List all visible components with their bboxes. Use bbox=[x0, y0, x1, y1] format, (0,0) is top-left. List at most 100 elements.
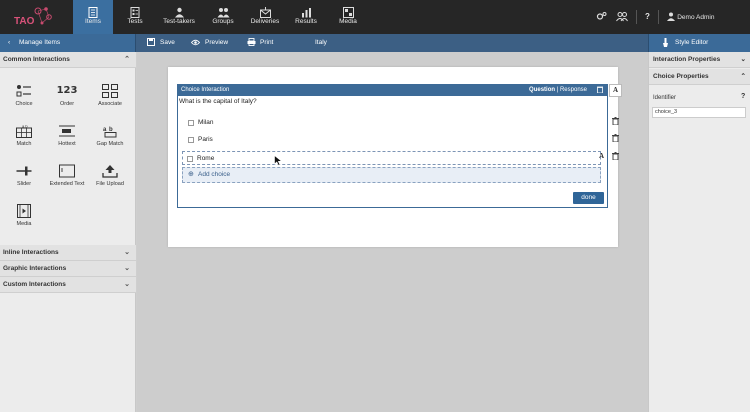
inline-interactions-header[interactable]: Inline Interactions ⌄ bbox=[0, 245, 136, 261]
chevron-up-icon: ⌃ bbox=[124, 56, 130, 63]
chevron-down-icon: ⌄ bbox=[124, 249, 130, 256]
tool-extended-text[interactable]: Extended Text bbox=[47, 162, 87, 194]
save-label: Save bbox=[160, 39, 175, 46]
choice-icon bbox=[4, 82, 44, 100]
tool-choice-label: Choice bbox=[15, 101, 33, 107]
settings-icon[interactable] bbox=[596, 0, 607, 34]
custom-interactions-title: Custom Interactions bbox=[3, 281, 66, 288]
tool-gap-match[interactable]: ab Gap Match bbox=[90, 122, 130, 154]
user-icon bbox=[667, 12, 677, 22]
text-format-icon[interactable]: A bbox=[609, 84, 622, 97]
custom-interactions-header[interactable]: Custom Interactions ⌄ bbox=[0, 277, 136, 293]
inline-interactions-title: Inline Interactions bbox=[3, 249, 59, 256]
deliveries-icon bbox=[245, 0, 285, 18]
identifier-field[interactable]: choice_3 bbox=[652, 107, 746, 118]
associate-icon bbox=[90, 82, 130, 100]
item-toolbar: ‹ Manage Items Save Preview Print Italy … bbox=[0, 34, 750, 52]
tool-match[interactable]: a b Match bbox=[4, 122, 44, 154]
users-icon[interactable] bbox=[616, 0, 628, 34]
user-name: Demo Admin bbox=[677, 14, 715, 21]
chevron-left-icon: ‹ bbox=[8, 39, 11, 46]
nav-media[interactable]: Media bbox=[328, 0, 368, 34]
choice-milan[interactable]: Milan bbox=[184, 116, 600, 130]
nav-results[interactable]: Results bbox=[286, 0, 326, 34]
tool-hottext[interactable]: Hottext bbox=[47, 122, 87, 154]
choice-paris[interactable]: Paris bbox=[184, 133, 600, 147]
delete-choice-icon[interactable] bbox=[609, 151, 622, 164]
tab-response[interactable]: Response bbox=[560, 87, 587, 93]
identifier-label: Identifier bbox=[653, 95, 677, 101]
tool-slider-label: Slider bbox=[16, 181, 32, 187]
plus-circle-icon: ⊕ bbox=[188, 171, 194, 178]
gap-match-icon: ab bbox=[90, 122, 130, 140]
question-response-tabs: Question | Response bbox=[529, 87, 587, 93]
common-interactions-header[interactable]: Common Interactions ⌃ bbox=[0, 52, 136, 68]
interaction-properties-header[interactable]: Interaction Properties ⌄ bbox=[649, 52, 750, 68]
preview-label: Preview bbox=[205, 39, 229, 46]
tool-match-label: Match bbox=[16, 141, 32, 147]
tool-media[interactable]: Media bbox=[4, 202, 44, 234]
tool-associate[interactable]: Associate bbox=[90, 82, 130, 114]
nav-test-takers[interactable]: Test-takers bbox=[157, 0, 201, 34]
manage-items-button[interactable]: ‹ Manage Items bbox=[0, 34, 136, 52]
nav-test-takers-label: Test-takers bbox=[163, 18, 195, 25]
match-icon: a b bbox=[4, 122, 44, 140]
checkbox[interactable] bbox=[188, 137, 194, 143]
test-takers-icon bbox=[157, 0, 201, 18]
help-icon[interactable]: ? bbox=[645, 0, 650, 34]
add-choice-button[interactable]: ⊕ Add choice bbox=[182, 167, 601, 183]
choice-label[interactable]: Rome bbox=[197, 152, 214, 166]
interaction-title-bar: Choice Interaction Question | Response bbox=[178, 85, 607, 96]
nav-tests-label: Tests bbox=[127, 18, 143, 25]
tool-slider[interactable]: Slider bbox=[4, 162, 44, 194]
nav-results-label: Results bbox=[295, 18, 317, 25]
nav-items-label: Items bbox=[85, 18, 101, 25]
text-format-icon[interactable]: A bbox=[595, 151, 608, 164]
user-menu[interactable]: Demo Admin bbox=[667, 0, 714, 34]
tool-order[interactable]: 123 Order bbox=[47, 82, 87, 114]
divider bbox=[636, 10, 637, 24]
tab-question[interactable]: Question bbox=[529, 87, 555, 93]
nav-groups[interactable]: Groups bbox=[203, 0, 243, 34]
groups-icon bbox=[203, 0, 243, 18]
tool-choice[interactable]: Choice bbox=[4, 82, 44, 114]
help-icon[interactable]: ? bbox=[741, 93, 745, 100]
choice-rome[interactable]: Rome bbox=[182, 151, 601, 165]
nav-tests[interactable]: Tests bbox=[115, 0, 155, 34]
tool-order-label: Order bbox=[59, 101, 75, 107]
tool-file-upload-label: File Upload bbox=[96, 181, 124, 187]
chevron-down-icon: ⌄ bbox=[124, 281, 130, 288]
trash-icon[interactable] bbox=[597, 85, 603, 96]
file-upload-icon bbox=[90, 162, 130, 180]
logo-text: TAO bbox=[14, 16, 35, 27]
divider bbox=[658, 10, 659, 24]
checkbox[interactable] bbox=[188, 120, 194, 126]
media-icon bbox=[328, 0, 368, 18]
eye-icon bbox=[190, 34, 201, 52]
slider-icon bbox=[4, 162, 44, 180]
choice-properties-header[interactable]: Choice Properties ⌃ bbox=[649, 69, 750, 85]
delete-choice-icon[interactable] bbox=[609, 116, 622, 129]
question-prompt[interactable]: What is the capital of Italy? bbox=[179, 98, 257, 105]
tool-gap-match-label: Gap Match bbox=[96, 141, 124, 147]
nav-items[interactable]: Items bbox=[73, 0, 113, 34]
tao-logo[interactable]: TAO bbox=[8, 3, 56, 30]
add-choice-label: Add choice bbox=[198, 171, 231, 178]
style-editor-button[interactable]: Style Editor bbox=[648, 34, 750, 52]
top-navigation-bar: TAO Items Tests Test-takers Groups Deliv… bbox=[0, 0, 750, 34]
chevron-up-icon: ⌃ bbox=[740, 73, 746, 80]
choice-label[interactable]: Milan bbox=[198, 116, 214, 130]
tool-file-upload[interactable]: File Upload bbox=[90, 162, 130, 194]
style-editor-label: Style Editor bbox=[675, 39, 709, 46]
choice-label[interactable]: Paris bbox=[198, 133, 213, 147]
tool-hottext-label: Hottext bbox=[58, 141, 76, 147]
mouse-cursor-icon bbox=[274, 154, 283, 168]
checkbox[interactable] bbox=[187, 156, 193, 162]
nav-deliveries[interactable]: Deliveries bbox=[245, 0, 285, 34]
graphic-interactions-header[interactable]: Graphic Interactions ⌄ bbox=[0, 261, 136, 277]
done-button[interactable]: done bbox=[573, 192, 604, 204]
nav-deliveries-label: Deliveries bbox=[250, 18, 280, 25]
tests-icon bbox=[115, 0, 155, 18]
delete-choice-icon[interactable] bbox=[609, 133, 622, 146]
manage-items-label: Manage Items bbox=[19, 39, 61, 46]
